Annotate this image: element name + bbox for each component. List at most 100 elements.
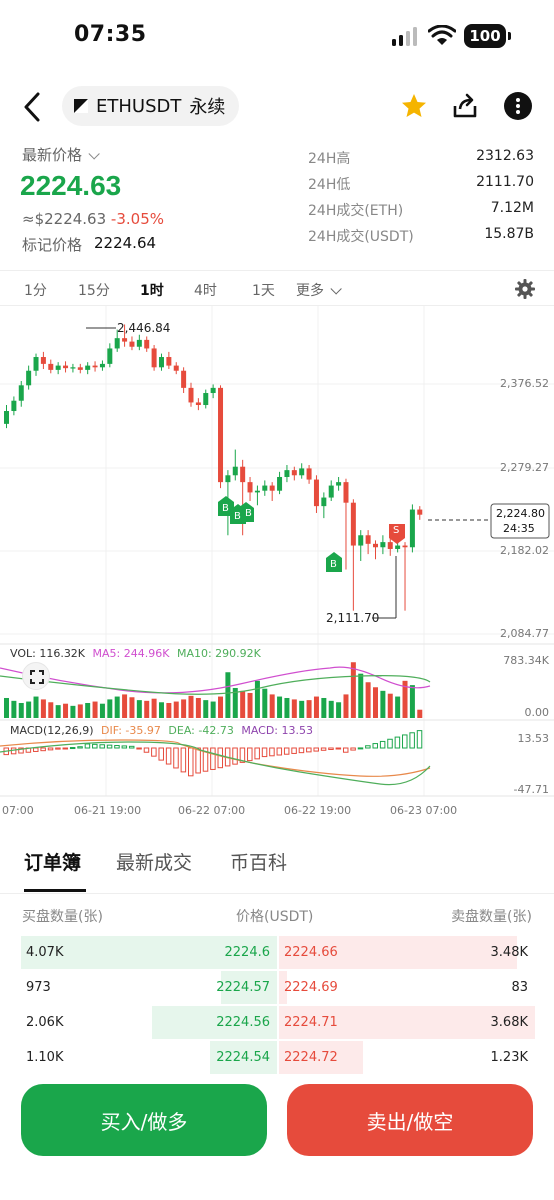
macd-bar bbox=[306, 747, 312, 753]
candle-body bbox=[195, 402, 201, 406]
ask-qty-header: 卖盘数量(张) bbox=[451, 909, 532, 925]
candle-body bbox=[358, 535, 364, 546]
contract-icon bbox=[74, 99, 88, 113]
low-label: 2,111.70 bbox=[326, 611, 380, 625]
macd-bar bbox=[158, 747, 164, 761]
tab-orderbook[interactable]: 订单簿 bbox=[24, 848, 81, 875]
latest-price-label[interactable]: 最新价格 bbox=[22, 144, 100, 165]
gear-icon[interactable] bbox=[515, 279, 535, 299]
timeframe-bar: 1分 15分 1时 4时 1天 更多 bbox=[0, 270, 554, 306]
orderbook-row[interactable]: 2.06K 2224.56 2224.71 3.68K bbox=[0, 1006, 554, 1041]
macd-bar bbox=[173, 747, 179, 769]
orderbook-row[interactable]: 4.07K 2224.6 2224.66 3.48K bbox=[0, 936, 554, 971]
volume-bar bbox=[284, 697, 290, 718]
candle-body bbox=[33, 357, 39, 371]
pair-selector[interactable]: ETHUSDT 永续 bbox=[62, 86, 240, 126]
mark-price-label: 标记价格 bbox=[22, 236, 83, 254]
volume-bar bbox=[306, 700, 312, 718]
macd-bar bbox=[298, 747, 305, 754]
bid-price: 2224.56 bbox=[216, 1015, 270, 1030]
candle-body bbox=[284, 470, 290, 477]
stat-value: 2111.70 bbox=[476, 174, 534, 190]
timeframe-1h[interactable]: 1时 bbox=[140, 280, 164, 300]
price-header: 价格(USDT) bbox=[236, 909, 314, 925]
volume-bar bbox=[269, 694, 275, 718]
volume-bar bbox=[218, 696, 224, 718]
volume-bar bbox=[299, 700, 305, 718]
macd-bar bbox=[69, 747, 76, 750]
volume-bar bbox=[395, 696, 401, 718]
candle-body bbox=[70, 367, 76, 369]
volume-bar bbox=[417, 709, 423, 718]
macd-bar bbox=[402, 734, 408, 749]
macd-bar bbox=[165, 747, 172, 765]
chevron-down-icon bbox=[88, 148, 100, 160]
volume-bar bbox=[11, 700, 17, 718]
share-icon[interactable] bbox=[451, 92, 479, 120]
time-label: 06-22 07:00 bbox=[178, 804, 246, 817]
bid-price: 2224.6 bbox=[224, 945, 271, 960]
volume-bar bbox=[136, 700, 142, 718]
stat-label: 24H成交(ETH) bbox=[308, 203, 404, 219]
volume-bar bbox=[343, 694, 349, 718]
macd-bar bbox=[291, 747, 297, 754]
macd-bar bbox=[328, 747, 334, 751]
candle-body bbox=[380, 542, 386, 548]
volume-bar bbox=[144, 700, 150, 718]
stat-label: 24H高 bbox=[308, 151, 351, 167]
marker-label: B bbox=[330, 559, 337, 570]
macd-bar bbox=[84, 743, 91, 749]
volume-bar bbox=[365, 682, 371, 718]
more-options-icon[interactable] bbox=[504, 92, 532, 120]
macd-bar bbox=[416, 730, 423, 749]
macd-bar bbox=[342, 747, 349, 753]
stat-label: 24H成交(USDT) bbox=[308, 229, 414, 245]
timeframe-1d[interactable]: 1天 bbox=[252, 280, 275, 300]
time-label: 07:00 bbox=[2, 804, 34, 817]
macd-legend: MACD(12,26,9) DIF: -35.97 DEA: -42.73 MA… bbox=[10, 724, 313, 737]
candle-body bbox=[129, 341, 135, 347]
fullscreen-expand-icon[interactable] bbox=[22, 662, 50, 690]
price-tick: 2,376.52 bbox=[500, 377, 549, 390]
volume-bar bbox=[203, 700, 209, 718]
tab-coin-wiki[interactable]: 币百科 bbox=[230, 848, 287, 875]
timeframe-15m[interactable]: 15分 bbox=[78, 280, 110, 300]
macd-bar bbox=[269, 747, 275, 757]
macd-bar bbox=[210, 747, 216, 770]
time-label: 06-22 19:00 bbox=[284, 804, 352, 817]
back-arrow-icon[interactable] bbox=[18, 90, 48, 124]
expand-icon bbox=[30, 670, 44, 684]
macd-bar bbox=[276, 747, 283, 756]
orderbook: 4.07K 2224.6 2224.66 3.48K 973 2224.57 2224.69… bbox=[0, 936, 554, 1076]
timeframe-4h[interactable]: 4时 bbox=[194, 280, 217, 300]
marker-label: B bbox=[222, 503, 229, 514]
kline-chart[interactable]: 2,446.84 2,111.70 2,376.52 2,279.27 2,18… bbox=[0, 306, 554, 826]
candle-body bbox=[218, 387, 224, 483]
macd-bar bbox=[188, 747, 194, 777]
macd-bar bbox=[379, 740, 386, 749]
macd-bar bbox=[40, 747, 46, 752]
orderbook-row[interactable]: 1.10K 2224.54 2224.72 1.23K bbox=[0, 1041, 554, 1076]
status-bar: 07:35 100 bbox=[0, 0, 554, 76]
stat-label: 24H低 bbox=[308, 177, 351, 193]
favorite-star-icon[interactable] bbox=[400, 92, 428, 120]
candle-body bbox=[262, 485, 268, 491]
macd-bar bbox=[365, 745, 371, 749]
sell-short-button[interactable]: 卖出/做空 bbox=[287, 1084, 533, 1156]
bid-price: 2224.57 bbox=[216, 980, 270, 995]
timeframe-1m[interactable]: 1分 bbox=[24, 280, 47, 300]
volume-bar bbox=[380, 690, 386, 718]
candle-body bbox=[299, 468, 305, 476]
macd-bar bbox=[357, 747, 364, 750]
timeframe-more[interactable]: 更多 bbox=[296, 280, 342, 300]
volume-bar bbox=[210, 701, 216, 718]
buy-long-button[interactable]: 买入/做多 bbox=[21, 1084, 267, 1156]
candle-body bbox=[291, 470, 297, 476]
volume-bar bbox=[166, 702, 172, 718]
usd-equivalent: ≈$2224.63 -3.05% bbox=[22, 210, 164, 228]
candle-body bbox=[4, 411, 9, 424]
volume-bar bbox=[321, 697, 327, 718]
orderbook-row[interactable]: 973 2224.57 2224.69 83 bbox=[0, 971, 554, 1006]
candle-body bbox=[417, 509, 423, 515]
tab-latest-trades[interactable]: 最新成交 bbox=[116, 848, 192, 875]
